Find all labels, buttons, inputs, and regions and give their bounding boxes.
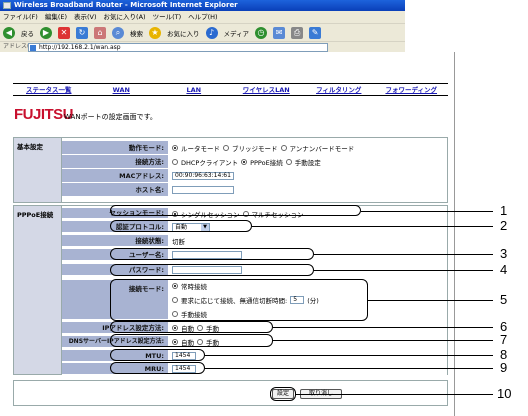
nav-lan[interactable]: LAN: [158, 84, 231, 95]
callout-outline-3: [110, 248, 314, 260]
page-title: WANポートの設定画面です。: [64, 113, 157, 121]
mode-bridge-label: ブリッジモード: [232, 145, 278, 153]
page-icon: [30, 45, 36, 51]
pppoe-header: PPPoE接続: [14, 206, 62, 374]
nav-wan[interactable]: WAN: [86, 84, 158, 95]
mode-unnumbered-label: アンナンバードモード: [289, 145, 355, 153]
toolbar: ◀ 戻る ▶ ✕ ↻ ⌂ ⌕ 検索 ★ お気に入り ♪ メディア ◷ ✉ ⎙ ✎: [0, 23, 405, 41]
favorites-label[interactable]: お気に入り: [167, 28, 200, 38]
edit-icon[interactable]: ✎: [309, 26, 322, 39]
callout-number-7: 7: [500, 332, 508, 347]
refresh-icon[interactable]: ↻: [76, 26, 88, 39]
history-icon[interactable]: ◷: [255, 26, 268, 39]
callout-number-2: 2: [500, 218, 508, 233]
menu-edit[interactable]: 編集(E): [45, 13, 67, 21]
method-dhcp-label: DHCPクライアント: [181, 159, 239, 167]
leader-line-4: [314, 270, 493, 272]
leader-line-10: [296, 394, 493, 396]
callout-number-4: 4: [500, 262, 508, 277]
mode-label: 動作モード:: [62, 141, 168, 155]
ie-icon: [3, 2, 11, 9]
back-label[interactable]: 戻る: [21, 28, 34, 38]
print-icon[interactable]: ⎙: [291, 26, 304, 39]
home-icon[interactable]: ⌂: [94, 26, 106, 39]
leader-line-8: [205, 355, 493, 357]
mac-label: MACアドレス:: [62, 169, 168, 183]
mode-router-label: ルータモード: [181, 145, 220, 153]
mode-unnumbered-radio[interactable]: [280, 145, 287, 151]
nav-filtering[interactable]: フィルタリング: [303, 84, 376, 95]
method-manual-label: 手動設定: [294, 159, 321, 167]
leader-line-3: [314, 254, 493, 256]
callout-number-9: 9: [500, 360, 508, 375]
status-row: 接続状態: 切断: [62, 235, 447, 247]
menu-help[interactable]: ヘルプ(H): [188, 13, 217, 21]
callout-outline-10: [270, 387, 296, 401]
mode-row: 動作モード: ルータモード ブリッジモード アンナンバードモード: [62, 141, 447, 155]
leader-line-2: [252, 226, 493, 228]
method-manual-radio[interactable]: [285, 159, 292, 165]
leader-line-9: [205, 368, 493, 370]
mail-icon[interactable]: ✉: [273, 26, 286, 39]
method-label: 接続方法:: [62, 155, 168, 169]
mode-router-radio[interactable]: [172, 145, 178, 151]
host-row: ホスト名:: [62, 183, 447, 197]
callout-outline-9: [110, 362, 205, 374]
search-label[interactable]: 検索: [130, 28, 143, 38]
menu-view[interactable]: 表示(V): [74, 13, 97, 21]
callout-number-1: 1: [500, 203, 508, 218]
top-nav: ステータス一覧 WAN LAN ワイヤレスLAN フィルタリング フォワーディン…: [13, 83, 448, 96]
window-title: Wireless Broadband Router - Microsoft In…: [14, 1, 238, 9]
menu-bar: ファイル(F) 編集(E) 表示(V) お気に入り(A) ツール(T) ヘルプ(H): [0, 11, 405, 23]
favorites-icon[interactable]: ★: [149, 26, 161, 39]
mode-options: ルータモード ブリッジモード アンナンバードモード: [168, 141, 447, 155]
host-label: ホスト名:: [62, 183, 168, 197]
callout-outline-6: [110, 321, 273, 333]
address-bar: アドレス(D) http://192.168.2.1/wan.asp: [0, 41, 405, 52]
callout-outline-8: [110, 349, 205, 361]
nav-forwarding[interactable]: フォワーディング: [376, 84, 448, 95]
button-area: [13, 380, 448, 406]
host-input[interactable]: [172, 186, 234, 194]
address-input[interactable]: http://192.168.2.1/wan.asp: [28, 43, 328, 52]
menu-tools[interactable]: ツール(T): [153, 13, 182, 21]
menu-favorites[interactable]: お気に入り(A): [104, 13, 146, 21]
status-label: 接続状態:: [62, 235, 168, 247]
callout-outline-2: [110, 220, 252, 232]
mode-bridge-radio[interactable]: [223, 145, 229, 151]
leader-line-5: [368, 300, 493, 302]
media-label[interactable]: メディア: [224, 28, 250, 38]
callout-number-10: 10: [497, 386, 512, 401]
callout-outline-7: [110, 334, 273, 347]
method-dhcp-radio[interactable]: [172, 159, 178, 165]
back-icon[interactable]: ◀: [3, 26, 15, 39]
callout-number-5: 5: [500, 292, 508, 307]
status-value: 切断: [168, 235, 447, 247]
address-url[interactable]: http://192.168.2.1/wan.asp: [39, 44, 121, 51]
callout-number-3: 3: [500, 246, 508, 261]
method-row: 接続方法: DHCPクライアント PPPoE接続 手動設定: [62, 155, 447, 169]
callout-outline-5: [110, 279, 368, 321]
window-titlebar: Wireless Broadband Router - Microsoft In…: [0, 0, 405, 11]
forward-icon[interactable]: ▶: [40, 26, 52, 39]
menu-file[interactable]: ファイル(F): [3, 13, 38, 21]
method-pppoe-label: PPPoE接続: [250, 159, 283, 167]
mac-row: MACアドレス: 00:90:96:63:14:61: [62, 169, 447, 183]
leader-line-1: [361, 211, 493, 213]
leader-line-6: [273, 327, 493, 329]
stop-icon[interactable]: ✕: [58, 26, 70, 39]
method-options: DHCPクライアント PPPoE接続 手動設定: [168, 155, 447, 169]
leader-line-7: [273, 340, 493, 342]
basic-settings-header: 基本設定: [14, 138, 62, 202]
mac-input[interactable]: 00:90:96:63:14:61: [172, 172, 234, 180]
basic-settings-section: 基本設定 動作モード: ルータモード ブリッジモード アンナンバードモード 接続…: [13, 137, 448, 203]
nav-status[interactable]: ステータス一覧: [13, 84, 86, 95]
media-icon[interactable]: ♪: [205, 26, 218, 39]
callout-outline-1: [110, 205, 361, 216]
search-icon[interactable]: ⌕: [112, 26, 124, 39]
nav-wireless-lan[interactable]: ワイヤレスLAN: [231, 84, 303, 95]
method-pppoe-radio[interactable]: [241, 159, 248, 165]
callout-outline-4: [110, 264, 314, 276]
